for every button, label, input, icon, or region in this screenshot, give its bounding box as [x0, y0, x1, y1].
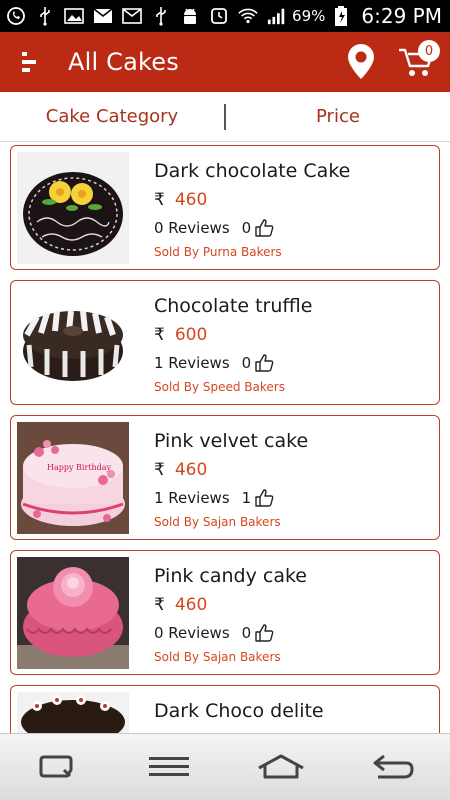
thumbs-up-icon [255, 624, 274, 642]
product-price: 600 [174, 325, 208, 345]
location-button[interactable] [336, 32, 386, 92]
like-button[interactable]: 0 [242, 218, 275, 238]
like-count: 0 [241, 219, 252, 237]
recent-apps-icon [39, 755, 73, 778]
product-image[interactable] [17, 692, 129, 733]
battery-unit: % [311, 7, 326, 25]
seller-name: Sold By Speed Bakers [154, 380, 285, 394]
product-name[interactable]: Pink candy cake [154, 565, 307, 587]
signal-icon [267, 6, 287, 26]
email-icon [122, 6, 142, 26]
thumbs-up-icon [255, 219, 274, 237]
review-count[interactable]: 0 Reviews [154, 624, 230, 642]
product-card[interactable]: Happy Birthday Pink velvet cake ₹460 1 R… [10, 415, 440, 540]
product-image[interactable] [17, 557, 129, 669]
usb-icon [35, 6, 55, 26]
rupee-symbol: ₹ [154, 595, 165, 615]
battery-percent: 69 [292, 7, 312, 25]
android-debug-icon [180, 6, 200, 26]
product-name[interactable]: Dark Choco delite [154, 700, 324, 722]
price-filter[interactable]: Price [226, 106, 450, 127]
product-price: 460 [174, 460, 208, 480]
menu-icon [22, 52, 36, 72]
product-price: 460 [174, 190, 208, 210]
like-button[interactable]: 0 [242, 353, 275, 373]
product-name[interactable]: Dark chocolate Cake [154, 160, 350, 182]
like-button[interactable]: 1 [242, 488, 275, 508]
product-card[interactable]: Dark chocolate Cake ₹460 0 Reviews 0 Sol… [10, 145, 440, 270]
rupee-symbol: ₹ [154, 460, 165, 480]
gmail-icon [93, 6, 113, 26]
gallery-icon [64, 6, 84, 26]
product-image[interactable] [17, 152, 129, 264]
home-icon [258, 754, 304, 779]
thumbs-up-icon [255, 489, 274, 507]
product-card[interactable]: Dark Choco delite [10, 685, 440, 733]
status-time: 6:29 PM [361, 4, 442, 28]
seller-name: Sold By Purna Bakers [154, 245, 282, 259]
product-image[interactable]: Happy Birthday [17, 422, 129, 534]
seller-name: Sold By Sajan Bakers [154, 650, 281, 664]
product-name[interactable]: Chocolate truffle [154, 295, 312, 317]
product-card[interactable]: Pink candy cake ₹460 0 Reviews 0 Sold By… [10, 550, 440, 675]
menu-nav-button[interactable] [134, 742, 204, 792]
like-count: 0 [241, 624, 252, 642]
recent-apps-button[interactable] [21, 742, 91, 792]
product-list[interactable]: Dark chocolate Cake ₹460 0 Reviews 0 Sol… [0, 143, 450, 733]
thumbs-up-icon [255, 354, 274, 372]
review-count[interactable]: 1 Reviews [154, 489, 230, 507]
system-nav-bar [0, 733, 450, 800]
svg-text:Happy Birthday: Happy Birthday [47, 463, 112, 472]
seller-name: Sold By Sajan Bakers [154, 515, 281, 529]
menu-lines-icon [148, 757, 189, 776]
cake-category-filter[interactable]: Cake Category [0, 106, 224, 127]
rupee-symbol: ₹ [154, 325, 165, 345]
back-button[interactable] [359, 742, 429, 792]
cart-button[interactable]: 0 [386, 32, 446, 92]
home-button[interactable] [246, 742, 316, 792]
wifi-icon [238, 6, 258, 26]
review-count[interactable]: 0 Reviews [154, 219, 230, 237]
rupee-symbol: ₹ [154, 190, 165, 210]
location-pin-icon [348, 44, 374, 79]
status-bar: 69% 6:29 PM [0, 0, 450, 32]
like-count: 0 [241, 354, 252, 372]
product-card[interactable]: Chocolate truffle ₹600 1 Reviews 0 Sold … [10, 280, 440, 405]
like-count: 1 [241, 489, 252, 507]
battery-charging-icon [331, 6, 351, 26]
product-image[interactable] [17, 287, 129, 399]
app-bar: All Cakes 0 [0, 32, 450, 92]
review-count[interactable]: 1 Reviews [154, 354, 230, 372]
back-icon [373, 754, 414, 779]
usb-icon [151, 6, 171, 26]
alarm-icon [209, 6, 229, 26]
page-title: All Cakes [68, 48, 179, 76]
whatsapp-icon [6, 6, 26, 26]
cart-count-badge: 0 [418, 40, 440, 62]
app-screen: 69% 6:29 PM All Cakes 0 Cake Category Pr… [0, 0, 450, 800]
menu-button[interactable] [0, 32, 60, 92]
product-price: 460 [174, 595, 208, 615]
product-name[interactable]: Pink velvet cake [154, 430, 308, 452]
like-button[interactable]: 0 [242, 623, 275, 643]
filter-bar: Cake Category Price [0, 92, 450, 142]
